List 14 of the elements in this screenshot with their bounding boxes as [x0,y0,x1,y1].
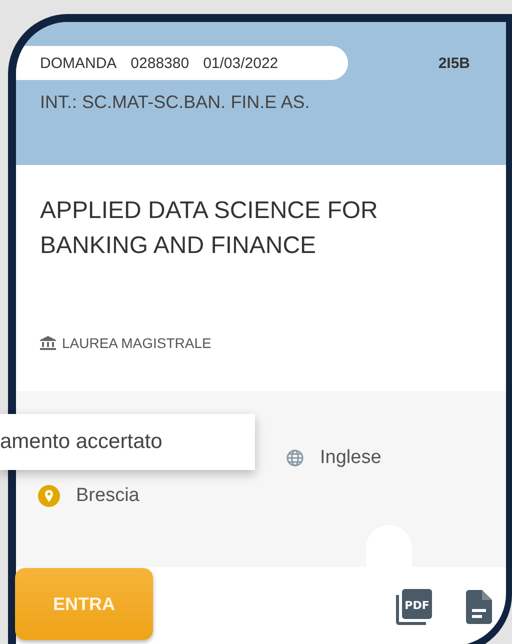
degree-type: LAUREA MAGISTRALE [62,335,212,351]
globe-icon [286,449,304,467]
course-title: APPLIED DATA SCIENCE FOR BANKING AND FINANCE [40,196,379,261]
interest-text: INT.: SC.MAT-SC.BAN. FIN.E AS. [40,92,311,113]
document-icon[interactable] [466,590,492,624]
application-number: 0288380 [130,54,190,72]
location-text: Brescia [76,485,140,507]
course-code: 2I5B [438,54,470,72]
building-icon [40,336,56,350]
language-text: Inglese [320,447,382,469]
application-label: DOMANDA [40,54,117,72]
tooltip-text: amento accertato [0,430,162,454]
location-pin-icon [38,485,60,507]
application-date: 01/03/2022 [203,54,278,72]
